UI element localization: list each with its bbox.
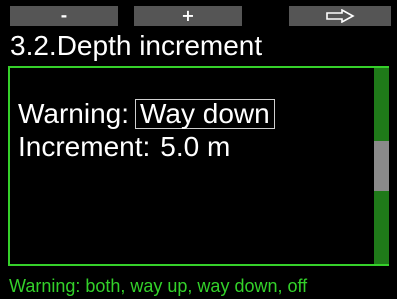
settings-list: Warning: Way down Increment: 5.0 m — [10, 68, 374, 264]
warning-setting-row[interactable]: Warning: Way down — [18, 99, 275, 129]
decrease-button[interactable]: - — [10, 6, 118, 26]
increase-button[interactable]: + — [134, 6, 242, 26]
scrollbar[interactable] — [374, 68, 389, 264]
settings-panel: Warning: Way down Increment: 5.0 m — [8, 66, 389, 266]
softkey-bar: - + — [0, 0, 397, 26]
warning-label: Warning: — [18, 98, 130, 129]
scrollbar-thumb[interactable] — [374, 141, 389, 191]
increment-setting-row[interactable]: Increment: 5.0 m — [18, 132, 230, 162]
increment-label: Increment: — [18, 131, 151, 162]
increment-value[interactable]: 5.0 m — [160, 132, 230, 162]
next-button[interactable] — [289, 6, 391, 26]
warning-value-selected[interactable]: Way down — [135, 99, 275, 129]
arrow-right-icon — [326, 9, 355, 23]
minus-icon: - — [60, 6, 68, 25]
page-title: 3.2.Depth increment — [10, 30, 263, 61]
status-hint: Warning: both, way up, way down, off — [9, 276, 308, 296]
plus-icon: + — [181, 6, 195, 25]
